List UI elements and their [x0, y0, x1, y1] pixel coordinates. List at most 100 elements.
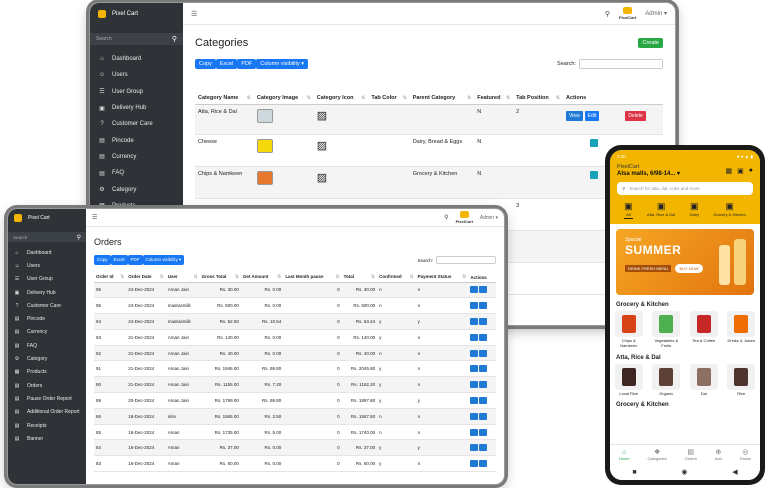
sidebar-item-currency[interactable]: ▤ Currency [90, 149, 183, 165]
column-header[interactable]: Parent Category ⇅ [409, 74, 475, 105]
category-tab-all[interactable]: ▣ All [624, 201, 633, 219]
sidebar-item-customer-care[interactable]: ? Customer Care [90, 116, 183, 132]
view-icon[interactable] [479, 302, 488, 310]
view-icon[interactable] [479, 381, 488, 389]
table-search-input[interactable] [436, 256, 496, 264]
column-header[interactable]: User ⇅ [165, 270, 200, 283]
bottom-nav-add[interactable]: ⊕ Add [715, 449, 722, 461]
sidebar-item-users[interactable]: ☺ Users [8, 259, 86, 272]
column-header[interactable]: Category Image ⇅ [253, 74, 314, 105]
product-tile-vegetables-fruits[interactable]: Vegetables & Fruits [652, 311, 681, 349]
view-icon[interactable] [479, 286, 488, 294]
sidebar-item-dashboard[interactable]: ⌂ Dashboard [8, 246, 86, 259]
bottom-nav-categories[interactable]: ❖ Categories [647, 449, 666, 461]
app-search-input[interactable]: ⚲ Search for atta, dal, coke and more [617, 182, 753, 195]
sidebar-item-category[interactable]: ⚙ Category [8, 352, 86, 365]
create-button[interactable]: Create [638, 38, 663, 48]
calendar-icon[interactable]: ▦ [726, 167, 733, 175]
sidebar-item-faq[interactable]: ▤ FAQ [90, 165, 183, 181]
action-icon[interactable] [589, 170, 598, 179]
sidebar-search[interactable]: Search ⚲ [90, 33, 183, 45]
column-header[interactable]: Order Id ⇅ [94, 270, 127, 283]
column-header[interactable]: Confirmed ⇅ [377, 270, 416, 283]
category-tab-dairy[interactable]: ▣ Dairy [690, 201, 699, 219]
category-tab-grocery-kitchen[interactable]: ▣ Grocery & Kitchen [713, 201, 745, 219]
product-tile-dal[interactable]: Dal [689, 363, 718, 397]
product-tile-tea-coffee[interactable]: Tea & Coffee [689, 311, 718, 349]
column-header[interactable]: Gross Total ⇅ [199, 270, 241, 283]
sidebar-item-user-group[interactable]: ☰ User Group [8, 273, 86, 286]
sidebar-item-pause-order-report[interactable]: ▤ Pause Order Report [8, 392, 86, 405]
product-tile-organic[interactable]: Organic [652, 363, 681, 397]
copy-button[interactable]: Copy [195, 59, 216, 69]
edit-icon[interactable] [470, 444, 479, 452]
sidebar-search[interactable]: Search ⚲ [8, 232, 86, 242]
action-icon[interactable] [589, 138, 598, 147]
sidebar-item-currency[interactable]: ▤ Currency [8, 326, 86, 339]
bottom-nav-home[interactable]: ⌂ Home [619, 449, 630, 461]
recents-icon[interactable]: ■ [632, 469, 636, 476]
column-header[interactable]: Featured ⇅ [474, 74, 514, 105]
sidebar-item-customer-care[interactable]: ? Customer Care [8, 299, 86, 312]
admin-dropdown[interactable]: Admin ▾ [645, 10, 667, 17]
home-icon[interactable]: ◉ [681, 468, 687, 476]
wallet-icon[interactable]: ▣ [737, 167, 744, 175]
edit-icon[interactable] [470, 460, 479, 468]
sidebar-item-delivery-hub[interactable]: ▣ Delivery Hub [8, 286, 86, 299]
column-visibility-button[interactable]: Column visibility ▾ [256, 59, 309, 69]
pdf-button[interactable]: PDF [237, 59, 257, 69]
column-header[interactable]: Tab Color ⇅ [368, 74, 410, 105]
column-header[interactable]: Category Name ⇅ [195, 74, 254, 105]
sidebar-item-faq[interactable]: ▤ FAQ [8, 339, 86, 352]
sidebar-item-delivery-hub[interactable]: ▣ Delivery Hub [90, 100, 183, 116]
product-tile-local-rice[interactable]: Local Rice [614, 363, 643, 397]
column-visibility-button[interactable]: Column visibility ▾ [142, 255, 185, 265]
sidebar-item-receipts[interactable]: ▤ Receipts [8, 419, 86, 432]
edit-icon[interactable] [470, 333, 479, 341]
excel-button[interactable]: Excel [215, 59, 238, 69]
category-tab-atta-rice-dal[interactable]: ▣ Atta, Rice & Dal [647, 201, 675, 219]
copy-button[interactable]: Copy [94, 255, 111, 265]
column-header[interactable]: Total ⇅ [341, 270, 378, 283]
view-icon[interactable] [479, 349, 488, 357]
excel-button[interactable]: Excel [110, 255, 128, 265]
column-header[interactable]: Category Icon ⇅ [313, 74, 369, 105]
view-icon[interactable] [479, 412, 488, 420]
sidebar-item-orders[interactable]: ▤ Orders [8, 379, 86, 392]
sidebar-item-pincode[interactable]: ▤ Pincode [90, 132, 183, 148]
edit-icon[interactable] [470, 396, 479, 404]
profile-icon[interactable]: ● [749, 167, 753, 175]
delete-button[interactable]: Delete [625, 110, 646, 121]
view-icon[interactable] [479, 460, 488, 468]
edit-icon[interactable] [470, 412, 479, 420]
bottom-nav-pause[interactable]: ◎ Pause [740, 449, 751, 461]
search-icon[interactable]: ⚲ [444, 214, 448, 221]
edit-icon[interactable] [470, 381, 479, 389]
edit-icon[interactable] [470, 286, 479, 294]
sidebar-item-additional-order-report[interactable]: ▤ Additional Order Report [8, 406, 86, 419]
view-icon[interactable] [479, 428, 488, 436]
edit-icon[interactable] [470, 365, 479, 373]
view-button[interactable]: View [565, 110, 583, 121]
sidebar-item-products[interactable]: ▦ Products [8, 366, 86, 379]
view-icon[interactable] [479, 333, 488, 341]
product-tile-chips-namkeen[interactable]: Chips & Namkeen [614, 311, 643, 349]
view-icon[interactable] [479, 365, 488, 373]
bottom-nav-orders[interactable]: ▤ Orders [685, 449, 697, 461]
sidebar-item-dashboard[interactable]: ⌂ Dashboard [90, 51, 183, 67]
sidebar-item-user-group[interactable]: ☰ User Group [90, 84, 183, 100]
edit-icon[interactable] [470, 317, 479, 325]
banner-cta[interactable]: BUY NOW [675, 264, 703, 273]
product-tile-drinks-juices[interactable]: Drinks & Juices [727, 311, 756, 349]
promo-banner[interactable]: Special SUMMER DRINK FRESH MENU BUY NOW [616, 229, 754, 295]
sidebar-item-category[interactable]: ⚙ Category [90, 181, 183, 197]
table-search-input[interactable] [579, 59, 663, 69]
view-icon[interactable] [479, 396, 488, 404]
column-header[interactable]: Tab Position ⇅ [513, 74, 563, 105]
admin-dropdown[interactable]: Admin ▾ [480, 215, 498, 221]
pdf-button[interactable]: PDF [127, 255, 143, 265]
view-icon[interactable] [479, 444, 488, 452]
menu-icon[interactable]: ☰ [191, 10, 197, 18]
column-header[interactable]: Payment Status ⇅ [415, 270, 469, 283]
edit-icon[interactable] [470, 428, 479, 436]
